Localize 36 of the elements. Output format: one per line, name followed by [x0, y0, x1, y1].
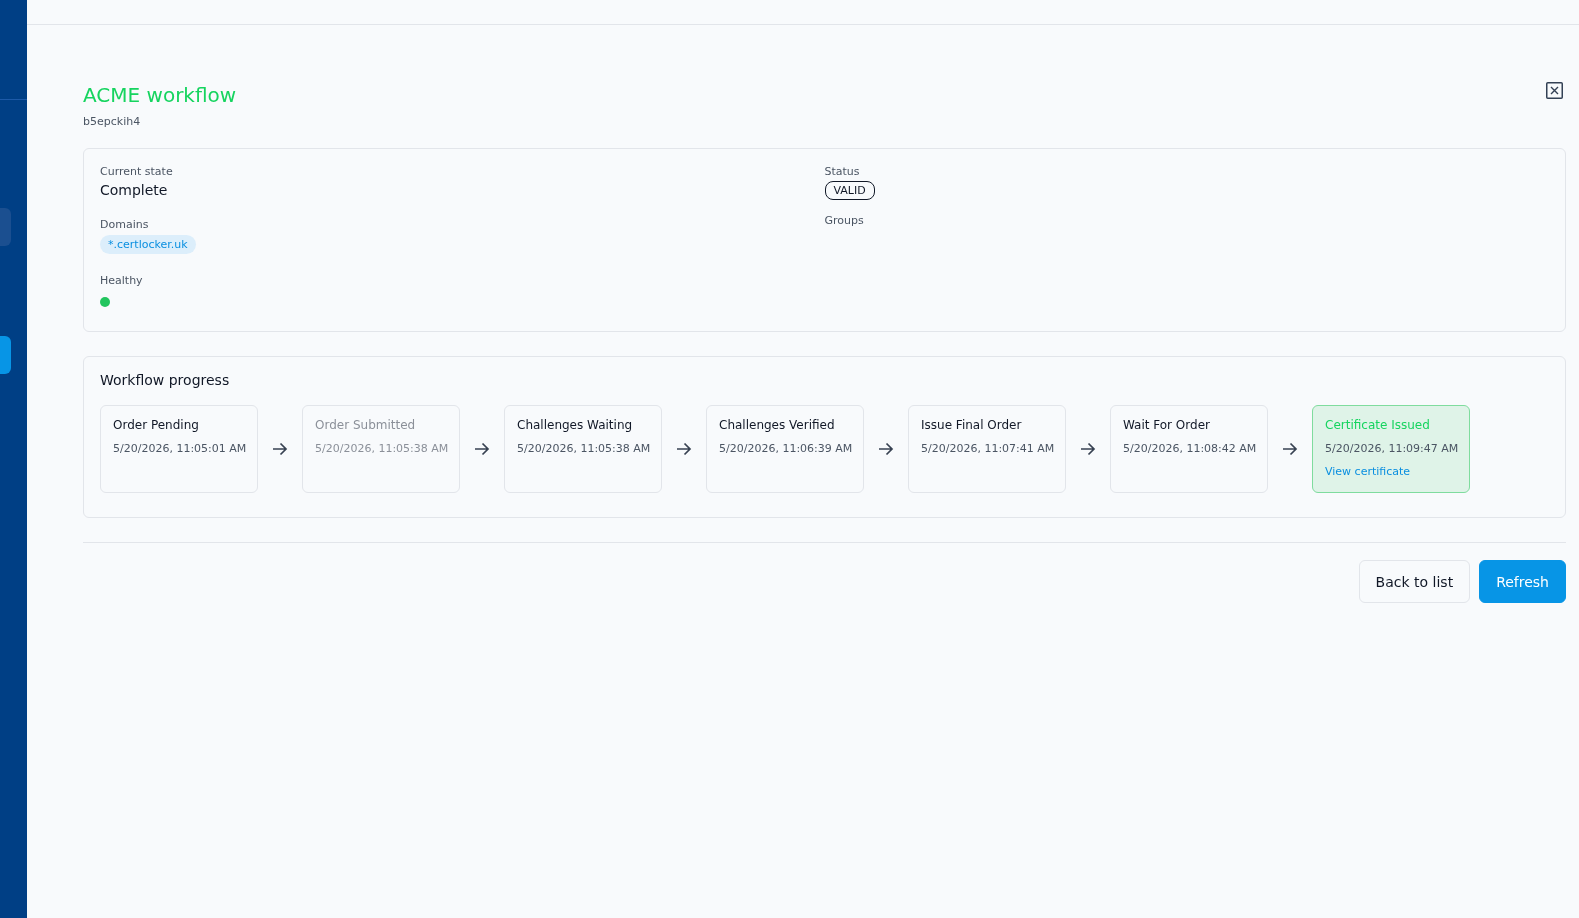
field-label: Status — [824, 165, 861, 178]
step-name: Certificate Issued — [1325, 418, 1431, 432]
step-name: Wait For Order — [1123, 418, 1211, 432]
step-name: Issue Final Order — [921, 418, 1023, 432]
step-time: 5/20/2026, 11:05:01 AM — [113, 442, 245, 455]
step-name: Order Pending — [113, 418, 200, 432]
section-title: Workflow progress — [100, 372, 231, 388]
view-certificate-link[interactable]: View certificate — [1325, 465, 1457, 478]
arrow-icon — [676, 442, 692, 456]
close-icon[interactable] — [1546, 82, 1563, 99]
step-time: 5/20/2026, 11:07:41 AM — [921, 442, 1053, 455]
workflow-id: b5epckih4 — [83, 115, 142, 128]
step-time: 5/20/2026, 11:05:38 AM — [315, 442, 447, 455]
arrow-icon — [1282, 442, 1298, 456]
arrow-icon — [1080, 442, 1096, 456]
field-label: Healthy — [100, 274, 144, 287]
domain-tag: *.certlocker.uk — [100, 235, 196, 254]
page-title: ACME workflow — [83, 83, 237, 107]
sidebar-item[interactable] — [0, 336, 11, 374]
step-time: 5/20/2026, 11:09:47 AM — [1325, 442, 1457, 455]
step-time: 5/20/2026, 11:05:38 AM — [517, 442, 649, 455]
action-button[interactable]: Back to list — [1358, 560, 1471, 603]
step-name: Challenges Verified — [719, 418, 836, 432]
status-badge: VALID — [824, 181, 875, 200]
field-label: Groups — [824, 214, 865, 227]
current-state: Complete — [100, 182, 169, 198]
step-time: 5/20/2026, 11:06:39 AM — [719, 442, 851, 455]
arrow-icon — [474, 442, 490, 456]
arrow-icon — [272, 442, 288, 456]
arrow-icon — [878, 442, 894, 456]
action-button[interactable]: Refresh — [1479, 560, 1566, 603]
step-name: Challenges Waiting — [517, 418, 634, 432]
step-time: 5/20/2026, 11:08:42 AM — [1123, 442, 1255, 455]
field-label: Current state — [100, 165, 174, 178]
step-name: Order Submitted — [315, 418, 417, 432]
field-label: Domains — [100, 218, 150, 231]
